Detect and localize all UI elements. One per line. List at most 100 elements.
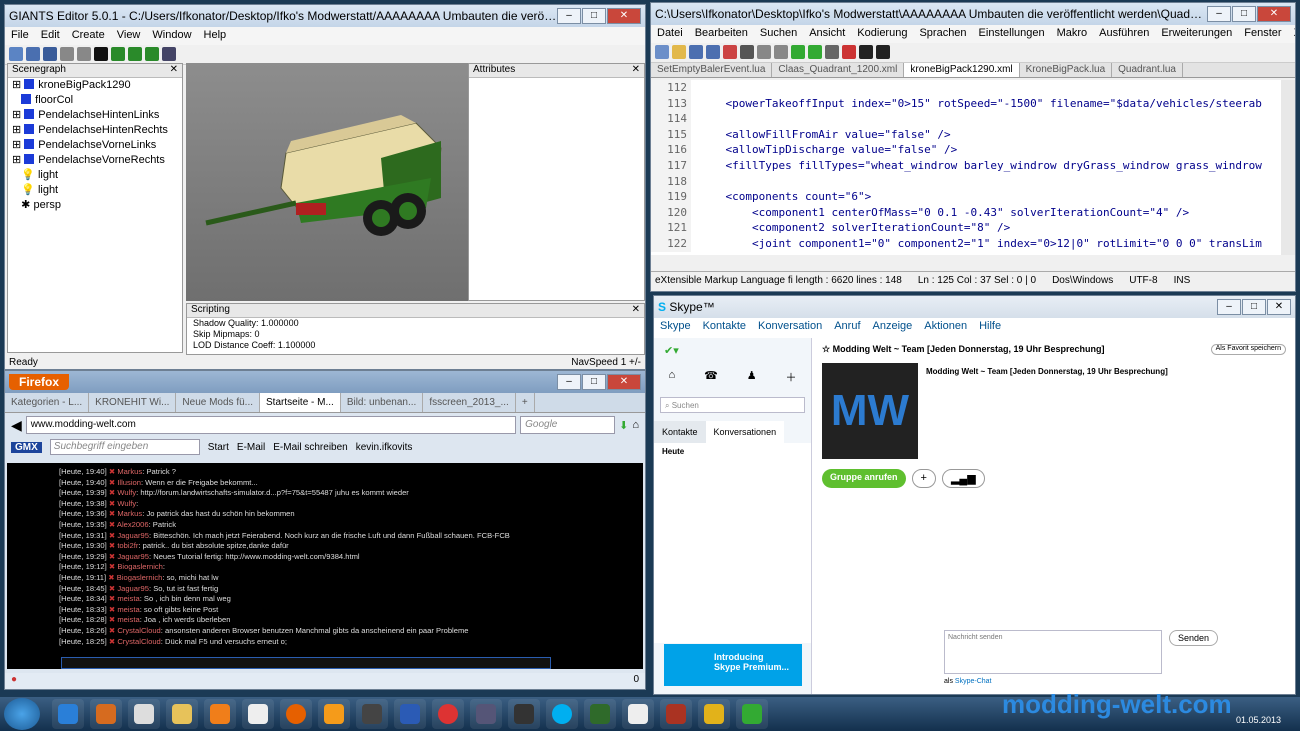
chat-user[interactable]: Wulfy bbox=[117, 499, 136, 508]
chat-user[interactable]: Biogaslernich bbox=[117, 573, 163, 582]
npp-vscroll[interactable] bbox=[1281, 80, 1295, 255]
close-icon[interactable]: ✕ bbox=[632, 304, 640, 317]
gmx-logo[interactable]: GMX bbox=[11, 441, 42, 453]
undo-icon[interactable] bbox=[791, 45, 805, 59]
new-file-icon[interactable] bbox=[9, 47, 23, 61]
tree-item[interactable]: ✱ persp bbox=[8, 198, 182, 213]
tab-file[interactable]: SetEmptyBalerEvent.lua bbox=[651, 63, 773, 77]
paint-icon[interactable] bbox=[128, 699, 160, 729]
delete-icon[interactable]: ✖ bbox=[106, 573, 117, 582]
menu-makro[interactable]: Makro bbox=[1057, 27, 1088, 41]
chat-user[interactable]: Biogaslernich bbox=[117, 562, 163, 571]
menu-bearbeiten[interactable]: Bearbeiten bbox=[695, 27, 748, 41]
menu-sprachen[interactable]: Sprachen bbox=[919, 27, 966, 41]
search-box[interactable]: Google bbox=[520, 416, 616, 434]
menu-hilfe[interactable]: Hilfe bbox=[979, 320, 1001, 334]
menu-anruf[interactable]: Anruf bbox=[834, 320, 860, 334]
delete-icon[interactable]: ✖ bbox=[107, 478, 118, 487]
farm-icon[interactable] bbox=[736, 699, 768, 729]
chrome-icon[interactable] bbox=[432, 699, 464, 729]
tree-item[interactable]: floorCol bbox=[8, 93, 182, 108]
game2-icon[interactable] bbox=[660, 699, 692, 729]
chat-user[interactable]: meista bbox=[117, 605, 139, 614]
menu-help[interactable]: Help bbox=[204, 29, 227, 43]
play-icon[interactable] bbox=[94, 47, 108, 61]
delete-icon[interactable]: ✖ bbox=[107, 552, 118, 561]
media-icon[interactable] bbox=[204, 699, 236, 729]
browser-tab[interactable]: Kategorien - L... bbox=[5, 393, 90, 412]
chat-user[interactable]: tobi2fr bbox=[117, 541, 138, 550]
print-icon[interactable] bbox=[740, 45, 754, 59]
menu-einstellungen[interactable]: Einstellungen bbox=[979, 27, 1045, 41]
url-bar[interactable]: www.modding-welt.com bbox=[25, 416, 517, 434]
game-icon[interactable] bbox=[470, 699, 502, 729]
menu-kontakte[interactable]: Kontakte bbox=[703, 320, 746, 334]
editor-icon[interactable] bbox=[356, 699, 388, 729]
stop-icon[interactable] bbox=[859, 45, 873, 59]
code-line[interactable]: 122 <joint component1="0" component2="1"… bbox=[651, 235, 1281, 252]
call-group-button[interactable]: Gruppe anrufen bbox=[822, 469, 906, 488]
star-icon[interactable]: ☆ bbox=[822, 344, 830, 354]
menu-window[interactable]: Window bbox=[152, 29, 191, 43]
email-link[interactable]: E-Mail bbox=[237, 442, 265, 453]
code-line[interactable]: 119 <components count="6"> bbox=[651, 189, 1281, 205]
menu-datei[interactable]: Datei bbox=[657, 27, 683, 41]
message-input[interactable]: Nachricht senden bbox=[944, 630, 1162, 674]
start-button[interactable] bbox=[4, 698, 40, 730]
player-icon[interactable] bbox=[318, 699, 350, 729]
close-button[interactable]: ✕ bbox=[1267, 299, 1291, 315]
chat-user[interactable]: Markus bbox=[117, 509, 142, 518]
delete-icon[interactable]: ✖ bbox=[107, 467, 118, 476]
menu-suchen[interactable]: Suchen bbox=[760, 27, 797, 41]
settings-icon[interactable] bbox=[162, 47, 176, 61]
minimize-button[interactable]: – bbox=[1207, 6, 1231, 22]
chat-user[interactable]: CrystalCloud bbox=[117, 637, 160, 646]
delete-icon[interactable]: ✖ bbox=[107, 605, 118, 614]
menu-fenster[interactable]: Fenster bbox=[1244, 27, 1281, 41]
code-line[interactable]: 112 bbox=[651, 80, 1281, 96]
menu-close-doc[interactable]: X bbox=[1294, 27, 1295, 41]
browser-tab[interactable]: fsscreen_2013_... bbox=[423, 393, 516, 412]
tab-kontakte[interactable]: Kontakte bbox=[654, 421, 706, 443]
user-link[interactable]: kevin.ifkovits bbox=[356, 442, 413, 453]
chat-user[interactable]: Illusion bbox=[117, 478, 141, 487]
add-contact-icon[interactable]: ＋ bbox=[786, 369, 797, 385]
fav-button[interactable]: Als Favorit speichern bbox=[1210, 344, 1286, 355]
contacts-icon[interactable]: ♟ bbox=[747, 369, 757, 385]
menu-view[interactable]: View bbox=[117, 29, 141, 43]
close-button[interactable]: ✕ bbox=[607, 8, 641, 24]
maximize-button[interactable]: □ bbox=[1242, 299, 1266, 315]
viewport[interactable] bbox=[186, 63, 468, 301]
delete-icon[interactable]: ✖ bbox=[107, 615, 118, 624]
skype-icon[interactable] bbox=[546, 699, 578, 729]
close-icon[interactable]: ✕ bbox=[632, 64, 640, 77]
firefox-titlebar[interactable]: Firefox – □ ✕ bbox=[5, 371, 645, 393]
menu-ausfuehren[interactable]: Ausführen bbox=[1099, 27, 1149, 41]
new-file-icon[interactable] bbox=[655, 45, 669, 59]
gmx-start-link[interactable]: Start bbox=[208, 442, 229, 453]
skype-chat-link[interactable]: Skype-Chat bbox=[955, 678, 992, 685]
code-editor[interactable]: 112 113 <powerTakeoffInput index="0>15" r… bbox=[651, 80, 1281, 255]
close-button[interactable]: ✕ bbox=[607, 374, 641, 390]
grass-icon[interactable] bbox=[128, 47, 142, 61]
menu-anzeige[interactable]: Anzeige bbox=[873, 320, 913, 334]
chat-user[interactable]: Jaguar95 bbox=[117, 552, 149, 561]
delete-icon[interactable]: ✖ bbox=[107, 499, 118, 508]
save-all-icon[interactable] bbox=[706, 45, 720, 59]
browser-tab[interactable]: KRONEHIT Wi... bbox=[89, 393, 177, 412]
home-icon[interactable]: ⌂ bbox=[632, 419, 639, 431]
chat-user[interactable]: meista bbox=[117, 594, 139, 603]
send-button[interactable]: Senden bbox=[1169, 630, 1219, 646]
window-icon[interactable] bbox=[622, 699, 654, 729]
menu-konversation[interactable]: Konversation bbox=[758, 320, 822, 334]
tab-file-active[interactable]: kroneBigPack1290.xml bbox=[904, 63, 1020, 77]
delete-icon[interactable]: ✖ bbox=[107, 637, 118, 646]
tree-item[interactable]: 💡 light bbox=[8, 183, 182, 198]
npp-titlebar[interactable]: C:\Users\Ifkonator\Desktop\Ifko's Modwer… bbox=[651, 3, 1295, 25]
browser-tab[interactable]: Bild: unbenan... bbox=[341, 393, 424, 412]
undo-icon[interactable] bbox=[60, 47, 74, 61]
delete-icon[interactable]: ✖ bbox=[107, 509, 118, 518]
chat-user[interactable]: Wulfy bbox=[117, 488, 136, 497]
code-line[interactable]: 116 <allowTipDischarge value="false" /> bbox=[651, 142, 1281, 158]
tractor-icon[interactable] bbox=[584, 699, 616, 729]
